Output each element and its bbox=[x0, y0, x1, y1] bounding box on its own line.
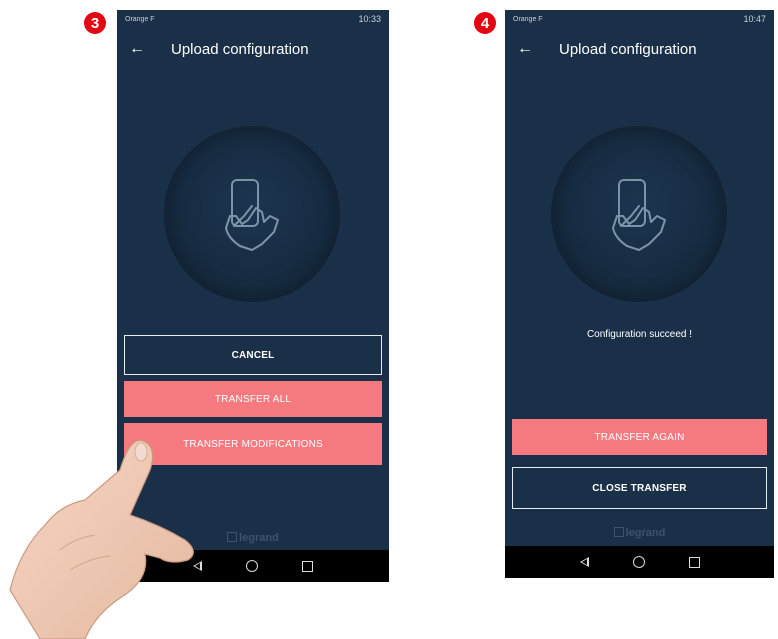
phone-in-hand-icon bbox=[612, 179, 666, 251]
phone-screen-step4: Orange F 10:47 ← Upload configuration Co… bbox=[505, 10, 774, 578]
phone-in-hand-icon bbox=[225, 179, 279, 251]
back-arrow-icon[interactable]: ← bbox=[129, 40, 157, 58]
step-badge-3: 3 bbox=[84, 12, 106, 34]
legrand-logo: legrand bbox=[505, 527, 774, 539]
pointing-hand-illustration bbox=[9, 439, 194, 639]
carrier-label: Orange F bbox=[125, 15, 155, 23]
nav-back-icon[interactable] bbox=[579, 557, 589, 567]
nav-home-icon[interactable] bbox=[246, 560, 258, 572]
step-badge-4: 4 bbox=[474, 12, 496, 34]
nav-home-icon[interactable] bbox=[632, 556, 645, 568]
transfer-all-button[interactable]: TRANSFER ALL bbox=[124, 381, 382, 417]
clock-label: 10:47 bbox=[743, 14, 766, 24]
app-bar: ← Upload configuration bbox=[505, 34, 774, 64]
page-title: Upload configuration bbox=[559, 40, 697, 58]
status-bar: Orange F 10:33 bbox=[117, 10, 389, 28]
legrand-mark-icon bbox=[227, 532, 238, 542]
cancel-button[interactable]: CANCEL bbox=[124, 335, 382, 375]
transfer-again-button[interactable]: TRANSFER AGAIN bbox=[512, 419, 767, 455]
app-bar: ← Upload configuration bbox=[117, 34, 389, 64]
clock-label: 10:33 bbox=[358, 14, 381, 24]
status-bar: Orange F 10:47 bbox=[505, 10, 774, 28]
phone-in-hand-circle bbox=[551, 126, 727, 302]
back-arrow-icon[interactable]: ← bbox=[517, 40, 545, 58]
carrier-label: Orange F bbox=[513, 15, 543, 23]
page-title: Upload configuration bbox=[171, 40, 309, 58]
phone-in-hand-circle bbox=[164, 126, 340, 302]
android-nav-bar bbox=[505, 546, 774, 578]
legrand-mark-icon bbox=[613, 527, 624, 537]
success-message: Configuration succeed ! bbox=[586, 329, 693, 340]
close-transfer-button[interactable]: CLOSE TRANSFER bbox=[512, 467, 767, 509]
nav-recent-icon[interactable] bbox=[688, 556, 700, 568]
nav-recent-icon[interactable] bbox=[302, 560, 313, 572]
